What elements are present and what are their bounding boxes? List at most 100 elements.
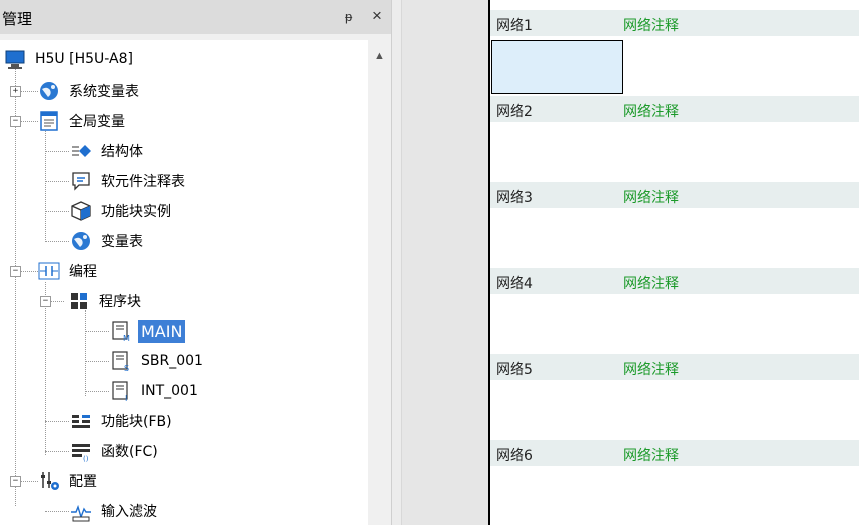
network-comment[interactable]: 网络注释: [623, 101, 679, 121]
globe-icon: [70, 230, 92, 252]
function-icon: (): [70, 440, 92, 463]
network-comment[interactable]: 网络注释: [623, 273, 679, 293]
tree-item-struct[interactable]: 结构体: [70, 136, 146, 166]
splitter-gutter[interactable]: [392, 0, 402, 525]
network-comment[interactable]: 网络注释: [623, 445, 679, 465]
tree-item-label: INT_001: [141, 383, 198, 399]
network-comment[interactable]: 网络注释: [623, 187, 679, 207]
tree-connector: [85, 331, 109, 332]
tree-item-label: 功能块(FB): [101, 414, 172, 430]
svg-text:I: I: [125, 394, 127, 402]
network-comment[interactable]: 网络注释: [623, 359, 679, 379]
tree-item-label: MAIN: [138, 319, 186, 343]
collapse-toggle-program-block[interactable]: −: [40, 296, 51, 307]
network-name: 网络3: [496, 190, 533, 206]
pin-icon[interactable]: ᵽ: [345, 9, 352, 24]
panel-header: 管理 ᵽ ×: [0, 0, 391, 35]
tree-item-label: 全局变量: [69, 114, 125, 130]
tree-item-label: 程序块: [99, 294, 141, 310]
tree-item-label: 编程: [69, 264, 97, 280]
editor-left-margin: [402, 0, 488, 525]
project-tree: + − − − − H5U [H5U-A8] 系统变量表 全局变量 结构体 软元…: [0, 40, 368, 525]
network-name: 网络5: [496, 362, 533, 378]
tree-connector: [45, 151, 69, 152]
collapse-toggle-config[interactable]: −: [10, 476, 21, 487]
expand-toggle-system-vars[interactable]: +: [10, 86, 21, 97]
tree-connector: [85, 310, 86, 396]
tree-item-device-comment[interactable]: 软元件注释表: [70, 166, 188, 196]
filter-wave-icon: [70, 500, 92, 522]
svg-text:S: S: [124, 364, 129, 372]
tree-connector: [85, 391, 109, 392]
network-name: 网络4: [496, 276, 533, 292]
tree-item-fb-instance[interactable]: 功能块实例: [70, 196, 174, 226]
network-name: 网络2: [496, 104, 533, 120]
tree-item-program-block[interactable]: 程序块: [68, 286, 144, 316]
tree-item-label: 系统变量表: [69, 84, 139, 100]
tree-connector: [50, 301, 64, 302]
tree-item-programming[interactable]: 编程: [38, 256, 100, 286]
tree-connector: [45, 129, 46, 242]
project-tree-panel: 管理 ᵽ × + − − − − H5U [H5U-A8] 系统变量表 全局变量…: [0, 0, 392, 525]
close-icon[interactable]: ×: [372, 6, 382, 26]
cube-icon: [70, 200, 92, 222]
network-header-5[interactable]: 网络5 网络注释: [490, 354, 859, 380]
tree-item-main[interactable]: M MAIN: [110, 316, 186, 346]
subroutine-icon: S: [110, 350, 132, 373]
tree-item-label: SBR_001: [141, 353, 203, 369]
scroll-up-arrow-icon[interactable]: ▲: [374, 50, 385, 62]
tree-connector: [20, 481, 38, 482]
collapse-toggle-programming[interactable]: −: [10, 266, 21, 277]
struct-icon: [70, 140, 92, 162]
svg-text:(): (): [83, 455, 89, 462]
network-header-2[interactable]: 网络2 网络注释: [490, 96, 859, 122]
network-name: 网络1: [496, 18, 533, 34]
tree-connector: [20, 91, 38, 92]
network-header-1[interactable]: 网络1 网络注释: [490, 10, 859, 36]
tree-item-config[interactable]: 配置: [38, 466, 100, 496]
globe-icon: [38, 80, 60, 102]
tree-item-fb[interactable]: 功能块(FB): [70, 406, 175, 436]
tree-item-global-vars[interactable]: 全局变量: [38, 106, 128, 136]
tree-connector: [45, 282, 46, 455]
network-comment[interactable]: 网络注释: [623, 15, 679, 35]
tree-connector: [45, 181, 69, 182]
tree-connector: [45, 241, 69, 242]
network-header-6[interactable]: 网络6 网络注释: [490, 440, 859, 466]
interrupt-icon: I: [110, 380, 132, 403]
tree-item-sbr[interactable]: S SBR_001: [110, 346, 206, 376]
tree-item-label: 软元件注释表: [101, 174, 185, 190]
tree-item-input-filter[interactable]: 输入滤波: [70, 496, 160, 525]
tree-item-fc[interactable]: () 函数(FC): [70, 436, 161, 466]
tree-item-label: 结构体: [101, 144, 143, 160]
tree-item-system-vars[interactable]: 系统变量表: [38, 76, 142, 106]
collapse-toggle-global-vars[interactable]: −: [10, 116, 21, 127]
tree-connector: [15, 66, 16, 506]
tree-connector: [45, 451, 69, 452]
tree-connector: [45, 511, 69, 512]
tree-connector: [45, 421, 69, 422]
tree-scrollbar[interactable]: ▲: [368, 40, 391, 525]
comment-icon: [70, 170, 92, 192]
main-program-icon: M: [110, 320, 132, 343]
network-header-4[interactable]: 网络4 网络注释: [490, 268, 859, 294]
table-icon: [38, 110, 60, 132]
tree-item-label: H5U [H5U-A8]: [35, 51, 133, 67]
function-block-icon: [70, 410, 92, 432]
settings-sliders-icon: [38, 470, 60, 492]
network-name: 网络6: [496, 448, 533, 464]
network-header-3[interactable]: 网络3 网络注释: [490, 182, 859, 208]
tree-item-label: 输入滤波: [101, 504, 157, 520]
tree-item-label: 功能块实例: [101, 204, 171, 220]
tree-item-var-table[interactable]: 变量表: [70, 226, 146, 256]
ladder-editor[interactable]: 网络1 网络注释 网络2 网络注释 网络3 网络注释 网络4 网络注释 网络5 …: [402, 0, 859, 525]
svg-text:M: M: [123, 334, 130, 342]
computer-icon: [4, 48, 26, 70]
blocks-icon: [68, 290, 90, 312]
ladder-contact-icon: [38, 260, 60, 282]
ladder-cell-cursor[interactable]: [491, 40, 623, 94]
tree-connector: [20, 271, 38, 272]
tree-item-int[interactable]: I INT_001: [110, 376, 201, 406]
tree-connector: [20, 121, 38, 122]
tree-item-root[interactable]: H5U [H5U-A8]: [4, 44, 136, 74]
